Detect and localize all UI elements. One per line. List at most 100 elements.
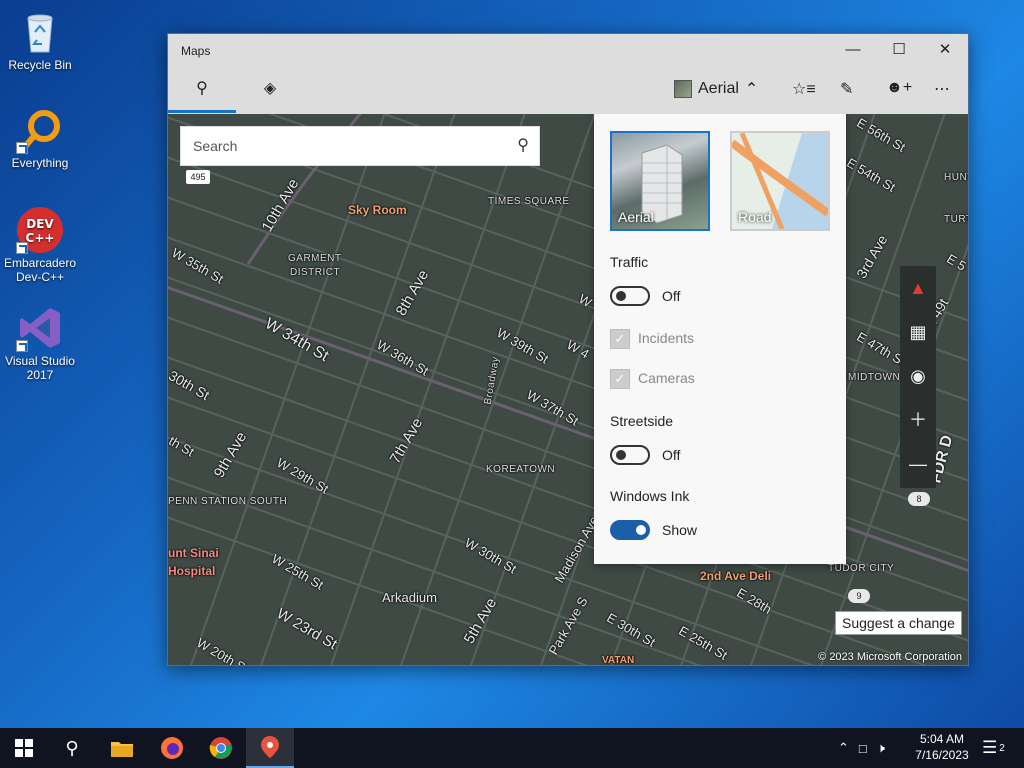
notification-center[interactable]: ☰ 2 <box>982 728 1005 768</box>
suggest-change-button[interactable]: Suggest a change <box>835 611 962 635</box>
visual-studio-icon <box>16 304 64 352</box>
cameras-label: Cameras <box>638 370 695 386</box>
map-label-sky-room[interactable]: Sky Room <box>348 203 407 217</box>
zoom-out-icon[interactable]: — <box>900 442 936 486</box>
shortcut-arrow-icon <box>16 242 28 254</box>
directions-icon: ◈ <box>263 80 277 97</box>
file-explorer-button[interactable] <box>98 728 146 768</box>
clock-time: 5:04 AM <box>919 732 965 746</box>
layer-card-road-label: Road <box>738 209 772 225</box>
desktop-icon-recycle-bin[interactable]: Recycle Bin <box>0 8 80 72</box>
tab-search[interactable]: ⚲ <box>182 78 222 108</box>
active-tab-indicator <box>168 110 236 113</box>
map-label-district: DISTRICT <box>290 267 341 278</box>
map-label-arkadium[interactable]: Arkadium <box>382 590 437 605</box>
more-options-icon[interactable]: ⋯ <box>934 79 950 99</box>
toggle-knob <box>636 525 646 535</box>
route-8-shield: 8 <box>908 492 930 506</box>
toggle-knob <box>616 450 626 460</box>
devcpp-label: Embarcadero Dev-C++ <box>3 256 77 284</box>
traffic-toggle[interactable] <box>610 286 650 306</box>
tab-directions[interactable]: ◈ <box>250 78 290 108</box>
add-person-icon[interactable]: ☻+ <box>886 79 912 97</box>
close-icon[interactable]: ✕ <box>922 40 968 60</box>
compass-icon[interactable]: ▲ <box>900 266 936 310</box>
streetside-state: Off <box>662 447 681 463</box>
taskbar: ⚲ ⌃ □ 🕨 5:04 AM 7/16/2023 ☰ 2 <box>0 728 1024 768</box>
ink-pen-icon[interactable]: ✎ <box>840 79 853 99</box>
layer-card-aerial-label: Aerial <box>618 209 654 225</box>
title-bar: Maps — ☐ ✕ ⚲ ◈ Aerial ⌃ ☆≡ ✎ ☻+ ⋯ <box>168 34 968 114</box>
desktop-icon-everything[interactable]: Everything <box>0 106 80 170</box>
windows-ink-state: Show <box>662 522 698 538</box>
map-label-turt: TURT <box>944 214 968 225</box>
visual-studio-label: Visual Studio 2017 <box>5 354 75 382</box>
clock-date: 7/16/2023 <box>915 748 969 762</box>
firefox-icon <box>161 737 183 759</box>
notification-count: 2 <box>999 742 1005 754</box>
map-label-mt-sinai-1[interactable]: unt Sinai <box>168 546 219 560</box>
search-icon[interactable]: ⚲ <box>517 127 529 165</box>
cameras-checkbox[interactable]: ✓ <box>610 369 630 389</box>
shortcut-arrow-icon <box>16 142 28 154</box>
zoom-in-icon[interactable]: ＋ <box>900 398 936 442</box>
chrome-button[interactable] <box>197 728 245 768</box>
window-title: Maps <box>181 44 211 58</box>
chevron-up-icon[interactable]: ⌃ <box>838 740 849 756</box>
locate-me-icon[interactable]: ◉ <box>900 354 936 398</box>
aerial-thumbnail-icon <box>674 80 692 98</box>
search-box[interactable]: Search ⚲ <box>180 126 540 166</box>
svg-text:DEV: DEV <box>26 217 54 231</box>
map-canvas[interactable]: Search ⚲ 495 Sky Room TIMES SQUARE GARME… <box>168 114 968 665</box>
start-button[interactable] <box>0 728 48 768</box>
traffic-state: Off <box>662 288 681 304</box>
maps-pin-icon <box>261 736 279 758</box>
network-icon[interactable]: □ <box>859 741 867 756</box>
map-label-2nd-ave-deli[interactable]: 2nd Ave Deli <box>700 569 771 583</box>
system-tray: ⌃ □ 🕨 <box>838 728 885 768</box>
map-controls: ▲ ▦ ◉ ＋ — <box>900 266 936 488</box>
everything-icon <box>16 106 64 154</box>
route-9-shield: 9 <box>848 589 870 603</box>
map-label-mt-sinai-2[interactable]: Hospital <box>168 564 215 578</box>
search-button[interactable]: ⚲ <box>48 728 96 768</box>
windows-ink-toggle[interactable] <box>610 520 650 540</box>
incidents-label: Incidents <box>638 330 695 346</box>
streetside-heading: Streetside <box>610 413 674 429</box>
svg-text:C++: C++ <box>26 231 55 245</box>
favorites-icon[interactable]: ☆≡ <box>792 79 816 99</box>
search-icon: ⚲ <box>196 80 208 97</box>
layer-card-aerial[interactable]: Aerial <box>610 131 710 231</box>
map-label-hunt: HUNT <box>944 172 968 183</box>
folder-icon <box>111 742 133 757</box>
search-placeholder: Search <box>193 138 238 154</box>
map-label-times-square: TIMES SQUARE <box>488 196 570 207</box>
streetside-toggle[interactable] <box>610 445 650 465</box>
map-label-vatan[interactable]: VATAN <box>602 655 634 665</box>
search-icon: ⚲ <box>65 737 79 758</box>
map-layers-panel: Aerial Road Traffic Off ✓ Incidents ✓ Ca… <box>594 114 846 564</box>
chrome-icon <box>209 737 232 759</box>
chevron-up-icon: ⌃ <box>744 81 759 98</box>
maximize-icon[interactable]: ☐ <box>876 40 922 60</box>
maps-taskbar-button[interactable] <box>246 728 294 768</box>
minimize-icon[interactable]: — <box>830 40 876 60</box>
map-style-selector[interactable]: Aerial ⌃ <box>674 79 758 99</box>
recycle-bin-label: Recycle Bin <box>8 58 72 72</box>
maps-window: Search ⚲ 495 Sky Room TIMES SQUARE GARME… <box>167 33 969 666</box>
clock[interactable]: 5:04 AM 7/16/2023 <box>910 731 974 763</box>
tilt-icon[interactable]: ▦ <box>900 310 936 354</box>
firefox-button[interactable] <box>148 728 196 768</box>
desktop-icon-visual-studio[interactable]: Visual Studio 2017 <box>0 304 80 382</box>
notification-icon: ☰ <box>982 738 998 757</box>
traffic-heading: Traffic <box>610 254 649 270</box>
devcpp-icon: DEV C++ <box>16 206 64 254</box>
shortcut-arrow-icon <box>16 340 28 352</box>
layer-card-road[interactable]: Road <box>730 131 830 231</box>
map-label-tudor-city: TUDOR CITY <box>828 563 895 574</box>
volume-muted-icon[interactable]: 🕨 <box>877 740 885 756</box>
incidents-checkbox[interactable]: ✓ <box>610 329 630 349</box>
desktop-icon-devcpp[interactable]: DEV C++ Embarcadero Dev-C++ <box>0 206 80 284</box>
map-label-garment: GARMENT <box>288 253 342 264</box>
everything-label: Everything <box>11 156 69 170</box>
